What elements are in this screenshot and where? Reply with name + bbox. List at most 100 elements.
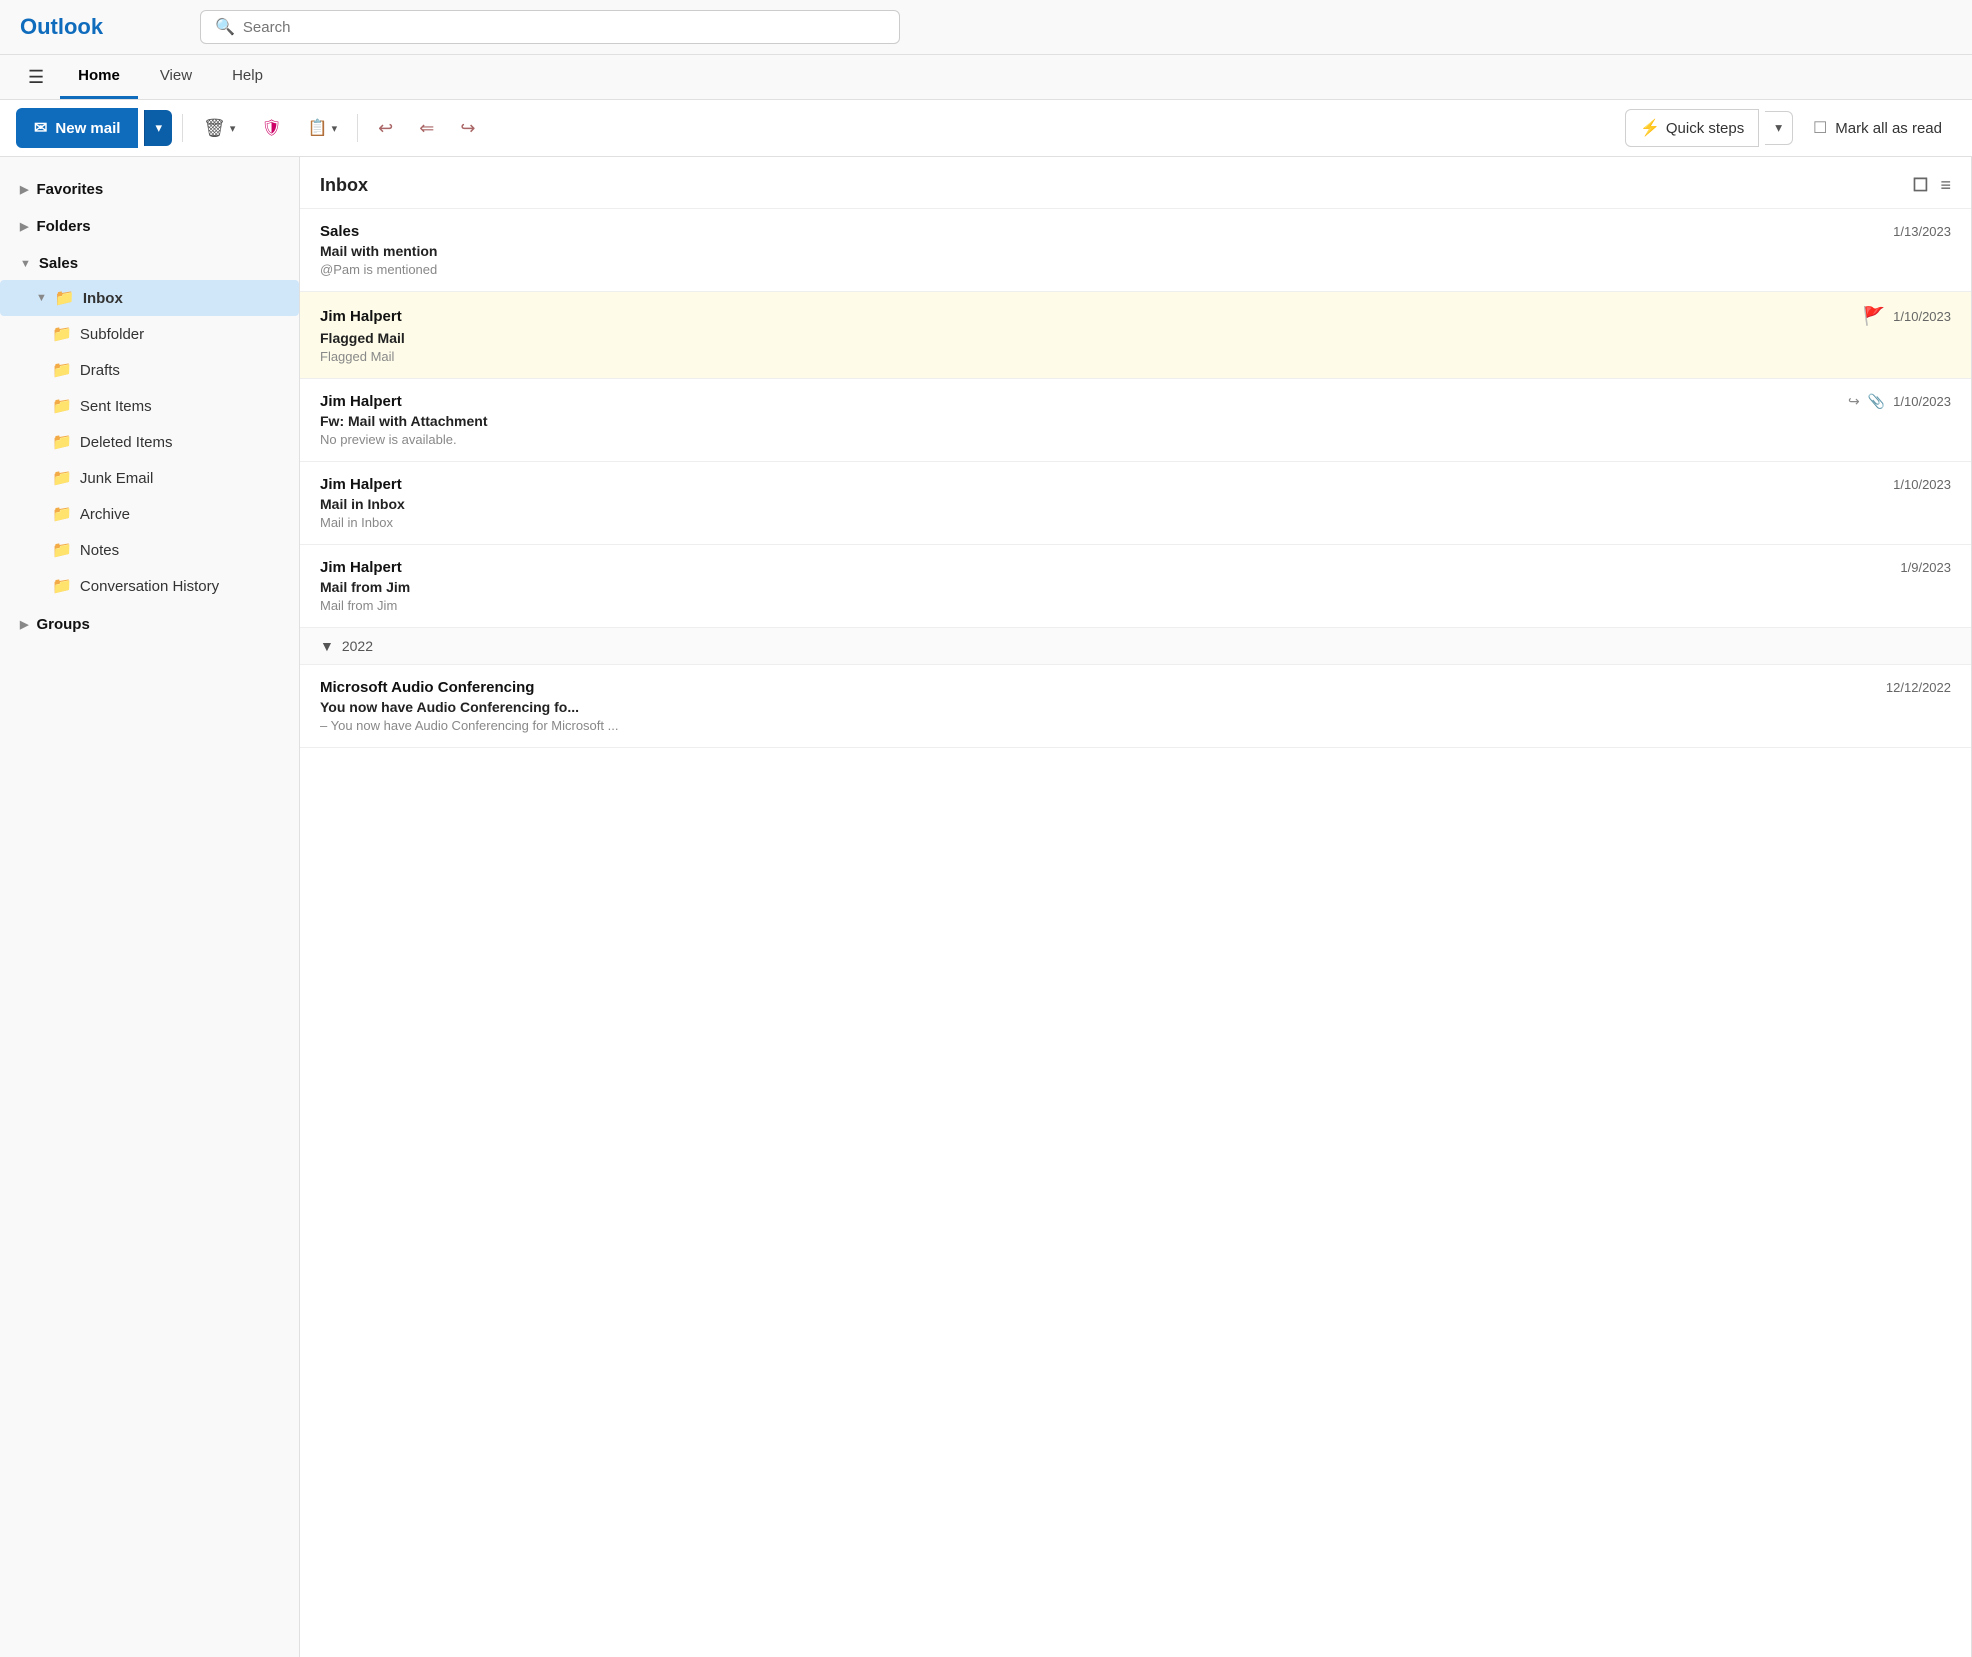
nav-tabs: ☰ Home View Help: [0, 55, 1972, 100]
sidebar-item-inbox[interactable]: ▼ 📁 Inbox: [0, 280, 299, 316]
email-date: 1/10/2023: [1893, 394, 1951, 409]
email-item[interactable]: Sales 1/13/2023 Mail with mention @Pam i…: [300, 209, 1971, 292]
inbox-header: Inbox ☐ ≡: [300, 157, 1971, 209]
tab-home[interactable]: Home: [60, 55, 138, 99]
delete-dropdown-arrow: ▾: [230, 122, 236, 135]
email-date: 1/13/2023: [1893, 224, 1951, 239]
email-item[interactable]: Jim Halpert 1/10/2023 Mail in Inbox Mail…: [300, 462, 1971, 545]
mark-read-icon: ☐: [1813, 118, 1827, 138]
attachment-icon: 📎: [1868, 393, 1885, 410]
year-label: 2022: [342, 638, 373, 654]
lightning-icon: ⚡: [1640, 118, 1660, 138]
delete-button[interactable]: 🗑 ▾: [193, 110, 245, 147]
email-item[interactable]: Jim Halpert 🚩 1/10/2023 Flagged Mail Fla…: [300, 292, 1971, 379]
reply-all-icon: ⇐: [419, 118, 434, 139]
forward-indicator-icon: ↪: [1848, 393, 1860, 410]
new-mail-dropdown-button[interactable]: ▾: [144, 110, 172, 146]
email-sender: Jim Halpert: [320, 559, 402, 576]
tab-view[interactable]: View: [142, 55, 210, 99]
folder-icon-notes: 📁: [52, 540, 72, 560]
email-item[interactable]: Microsoft Audio Conferencing 12/12/2022 …: [300, 665, 1971, 748]
email-item[interactable]: Jim Halpert ↪ 📎 1/10/2023 Fw: Mail with …: [300, 379, 1971, 462]
chevron-right-icon: ▶: [20, 183, 28, 196]
sidebar-item-conversation-history[interactable]: 📁 Conversation History: [0, 568, 299, 604]
email-date: 1/10/2023: [1893, 477, 1951, 492]
email-list: Inbox ☐ ≡ Sales 1/13/2023 Mail with ment…: [300, 157, 1972, 1657]
sidebar-item-archive[interactable]: 📁 Archive: [0, 496, 299, 532]
move-button[interactable]: 📋 ▾: [298, 110, 347, 146]
tab-help[interactable]: Help: [214, 55, 281, 99]
email-subject: Mail in Inbox: [320, 496, 1951, 512]
email-row1: Jim Halpert ↪ 📎 1/10/2023: [320, 393, 1951, 410]
email-date: 1/10/2023: [1893, 309, 1951, 324]
chevron-right-icon-groups: ▶: [20, 618, 28, 631]
email-sender: Jim Halpert: [320, 308, 402, 325]
reply-icon: ↩: [378, 118, 393, 139]
email-row1: Microsoft Audio Conferencing 12/12/2022: [320, 679, 1951, 696]
mark-all-read-button[interactable]: ☐ Mark all as read: [1799, 110, 1956, 146]
email-row1: Jim Halpert 1/10/2023: [320, 476, 1951, 493]
email-icons: 12/12/2022: [1886, 680, 1951, 695]
inbox-title: Inbox: [320, 175, 368, 196]
shield-icon: 🛡: [261, 118, 281, 138]
quick-steps-button[interactable]: ⚡ Quick steps: [1625, 109, 1759, 147]
email-preview: Flagged Mail: [320, 349, 1951, 364]
sidebar-item-subfolder[interactable]: 📁 Subfolder: [0, 316, 299, 352]
email-icons: 🚩 1/10/2023: [1863, 306, 1951, 327]
folders-section: ▶ Folders: [0, 210, 299, 243]
chevron-down-year-icon[interactable]: ▼: [320, 638, 334, 654]
email-subject: Mail with mention: [320, 243, 1951, 259]
forward-icon: ↪: [460, 118, 475, 139]
folder-icon-junk: 📁: [52, 468, 72, 488]
year-divider-2022: ▼ 2022: [300, 628, 1971, 665]
delete-icon: 🗑: [203, 118, 226, 139]
email-icons: 1/9/2023: [1900, 560, 1951, 575]
email-date: 1/9/2023: [1900, 560, 1951, 575]
email-subject: Flagged Mail: [320, 330, 1951, 346]
hamburger-menu[interactable]: ☰: [16, 57, 56, 98]
sidebar-item-drafts[interactable]: 📁 Drafts: [0, 352, 299, 388]
email-subject: You now have Audio Conferencing fo...: [320, 699, 1951, 715]
folder-icon-subfolder: 📁: [52, 324, 72, 344]
folder-icon-sent: 📁: [52, 396, 72, 416]
email-icons: 1/13/2023: [1893, 224, 1951, 239]
email-row1: Jim Halpert 1/9/2023: [320, 559, 1951, 576]
new-mail-button[interactable]: ✉ New mail: [16, 108, 138, 148]
filter-icon[interactable]: ≡: [1940, 175, 1951, 196]
sidebar-sales[interactable]: ▼ Sales: [0, 247, 299, 280]
sidebar-groups[interactable]: ▶ Groups: [0, 608, 299, 641]
sidebar-favorites[interactable]: ▶ Favorites: [0, 173, 299, 206]
select-all-icon[interactable]: ☐: [1912, 175, 1928, 196]
sidebar-item-junk-email[interactable]: 📁 Junk Email: [0, 460, 299, 496]
search-box[interactable]: 🔍: [200, 10, 900, 44]
sidebar-item-notes[interactable]: 📁 Notes: [0, 532, 299, 568]
email-preview: Mail from Jim: [320, 598, 1951, 613]
reply-all-button[interactable]: ⇐: [409, 110, 444, 147]
folder-icon-deleted: 📁: [52, 432, 72, 452]
forward-button[interactable]: ↪: [450, 110, 485, 147]
chevron-right-icon-folders: ▶: [20, 220, 28, 233]
quick-steps-dropdown-button[interactable]: ▾: [1765, 111, 1793, 145]
flag-icon: 🚩: [1863, 306, 1885, 327]
email-item[interactable]: Jim Halpert 1/9/2023 Mail from Jim Mail …: [300, 545, 1971, 628]
sidebar-item-sent-items[interactable]: 📁 Sent Items: [0, 388, 299, 424]
sidebar-folders[interactable]: ▶ Folders: [0, 210, 299, 243]
email-icons: 1/10/2023: [1893, 477, 1951, 492]
email-sender: Jim Halpert: [320, 476, 402, 493]
email-subject: Fw: Mail with Attachment: [320, 413, 1951, 429]
top-bar: Outlook 🔍: [0, 0, 1972, 55]
search-input[interactable]: [243, 19, 885, 36]
email-row1: Sales 1/13/2023: [320, 223, 1951, 240]
email-date: 12/12/2022: [1886, 680, 1951, 695]
groups-section: ▶ Groups: [0, 608, 299, 641]
email-icons: ↪ 📎 1/10/2023: [1848, 393, 1951, 410]
favorites-section: ▶ Favorites: [0, 173, 299, 206]
envelope-icon: ✉: [34, 118, 47, 138]
reply-button[interactable]: ↩: [368, 110, 403, 147]
main-layout: ▶ Favorites ▶ Folders ▼ Sales ▼ 📁 Inbox …: [0, 157, 1972, 1657]
report-button[interactable]: 🛡: [251, 110, 291, 146]
chevron-down-icon-inbox: ▼: [36, 292, 47, 304]
sidebar-item-deleted-items[interactable]: 📁 Deleted Items: [0, 424, 299, 460]
folder-icon-conv-history: 📁: [52, 576, 72, 596]
toolbar: ✉ New mail ▾ 🗑 ▾ 🛡 📋 ▾ ↩ ⇐ ↪ ⚡ Quick ste…: [0, 100, 1972, 157]
